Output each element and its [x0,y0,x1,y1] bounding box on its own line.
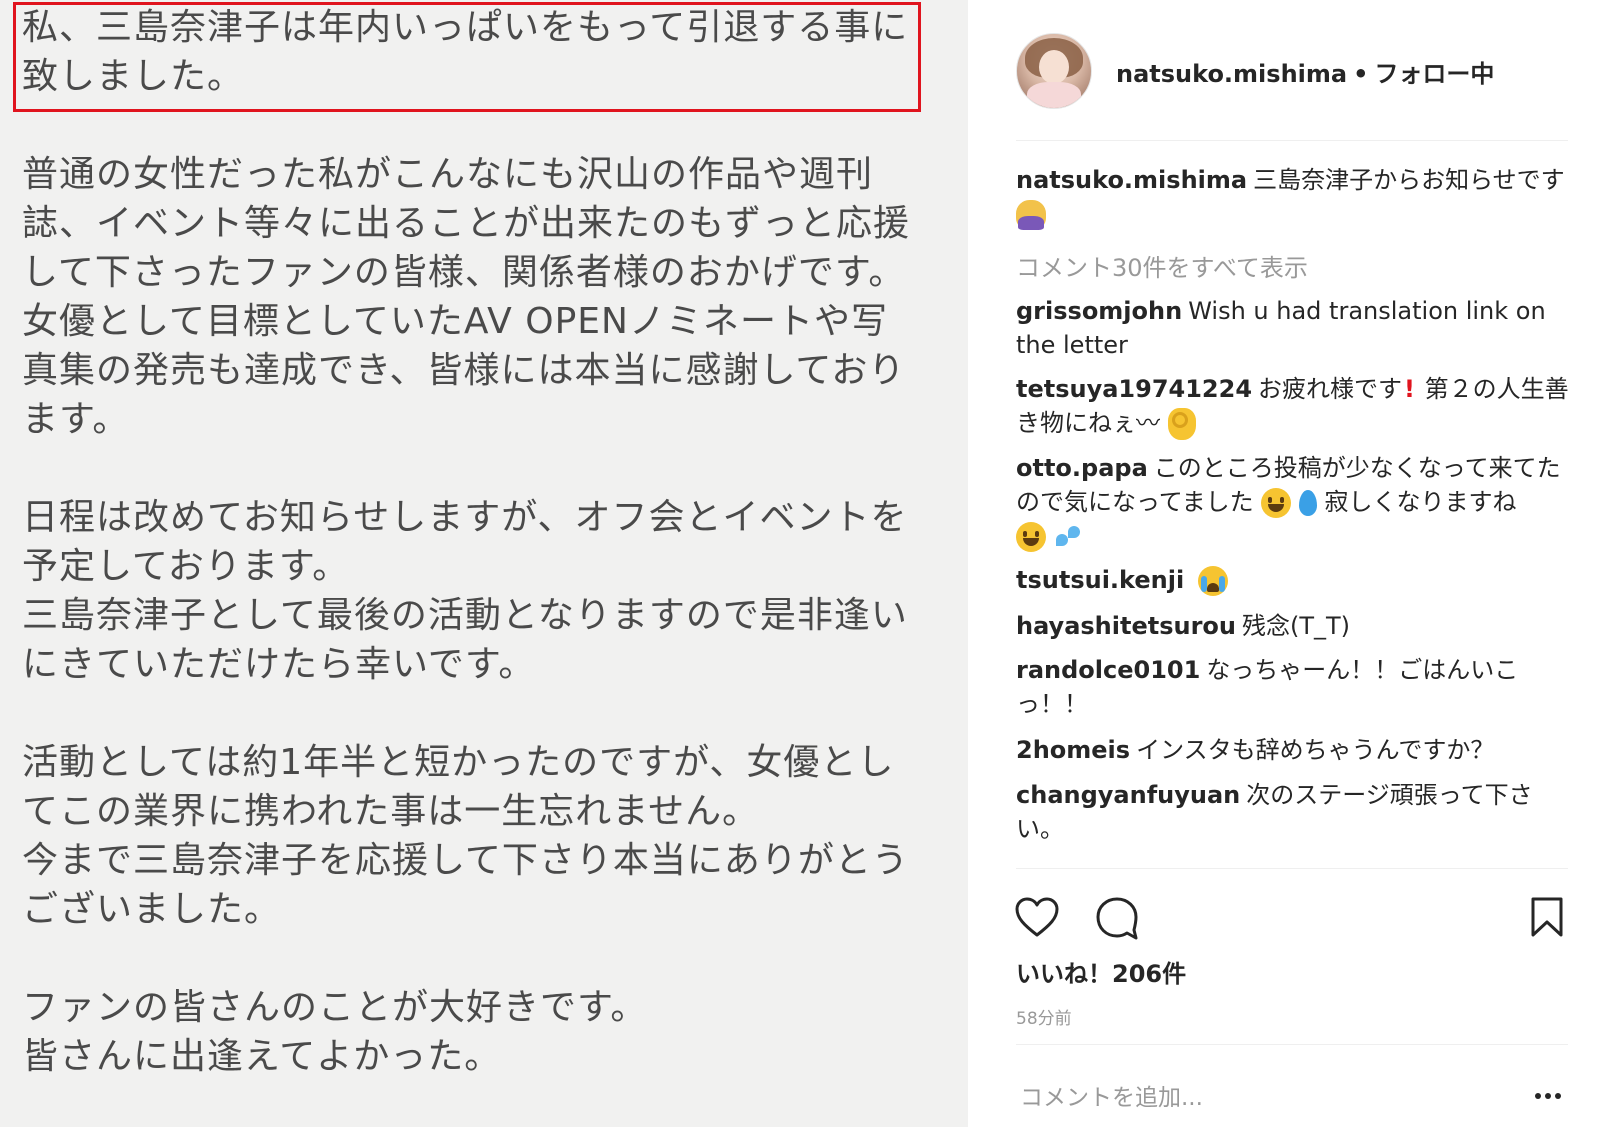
comment-item: randolce0101 なっちゃーん！！ごはんいこっ！！ [1016,653,1536,721]
caption-text: 三島奈津子からお知らせです [1253,166,1565,194]
comment-username[interactable]: grissomjohn [1016,297,1182,325]
comment-text: 寂しくなりますね [1316,488,1517,516]
ok-hand-emoji-icon [1167,408,1196,440]
smile-emoji-icon [1261,488,1292,518]
letter-line: 私、三島奈津子は年内いっぱいをもって引退する事に [22,7,909,48]
post-timestamp: 58分前 [1016,1009,1072,1029]
comment-item: changyanfuyuan 次のステージ頑張って下さい。 [1016,778,1556,846]
letter-image: 私、三島奈津子は年内いっぱいをもって引退する事に 致しました。 普通の女性だった… [0,0,968,1127]
letter-line: にきていただけたら幸いです。 [22,644,536,685]
comment-username[interactable]: hayashitetsurou [1016,612,1236,640]
letter-line: 皆さんに出逢えてよかった。 [22,1036,502,1077]
smile-emoji-icon [1016,522,1046,552]
input-divider [1016,1044,1568,1045]
comment-item: otto.papa このところ投稿が少なくなって来てたので気になってました 寂しく… [1016,451,1576,553]
comment-item: hayashitetsurou 残念(T_T) [1016,609,1576,643]
letter-line: 三島奈津子として最後の活動となりますので是非逢い [22,595,908,636]
comment-bubble-icon[interactable] [1094,896,1140,940]
comment-text: 残念(T_T) [1241,612,1351,640]
header-separator: • [1353,60,1369,88]
caption-username[interactable]: natsuko.mishima [1016,166,1247,194]
post-header: natsuko.mishima • フォロー中 [1116,54,1494,89]
view-all-comments-link[interactable]: コメント30件をすべて表示 [1016,248,1308,283]
letter-line: ファンの皆さんのことが大好きです。 [22,987,648,1028]
add-comment-input[interactable] [1020,1080,1500,1116]
letter-line: して下さったファンの皆様、関係者様のおかげです。 [22,252,906,293]
letter-line: 日程は改めてお知らせしますが、オフ会とイベントを [22,497,908,538]
avatar[interactable] [1016,33,1092,109]
letter-line: 真集の発売も達成でき、皆様には本当に感謝しており [22,350,906,391]
avatar-face [1039,50,1069,84]
letter-line: 誌、イベント等々に出ることが出来たのもずっと応援 [22,203,911,244]
comment-item: tetsuya19741224 お疲れ様です! 第２の人生善き物にねぇ〰 [1016,372,1576,440]
letter-line: ます。 [22,399,130,440]
actions-divider [1016,868,1568,869]
comment-username[interactable]: randolce0101 [1016,656,1200,684]
crying-face-emoji-icon [1197,566,1228,596]
comment-text: お疲れ様です [1258,375,1403,403]
comment-item: grissomjohn Wish u had translation link o… [1016,294,1576,362]
letter-line: 致しました。 [22,56,245,97]
header-divider [1016,140,1568,141]
comment-username[interactable]: changyanfuyuan [1016,781,1240,809]
letter-line: 今まで三島奈津子を応援して下さり本当にありがとう [22,840,909,881]
comment-username[interactable]: tetsuya19741224 [1016,375,1252,403]
more-options-icon[interactable] [1533,1086,1563,1106]
heart-icon[interactable] [1014,896,1060,938]
comment-item: 2homeis インスタも辞めちゃうんですか？ [1016,733,1576,767]
letter-line: 普通の女性だった私がこんなにも沢山の作品や週刊 [22,154,874,195]
bowing-emoji-icon [1016,200,1046,230]
avatar-body [1027,82,1081,108]
exclamation-emoji-icon: ! [1404,375,1415,403]
letter-line: 予定しております。 [22,546,350,587]
bookmark-icon[interactable] [1530,896,1564,938]
sweat-droplets-emoji-icon [1054,524,1084,550]
comment-username[interactable]: tsutsui.kenji [1016,566,1184,594]
letter-line: 女優として目標としていたAV OPENノミネートや写 [22,301,888,342]
letter-line: てこの業界に携われた事は一生忘れません。 [22,791,760,832]
letter-line: 活動としては約1年半と短かったのですが、女優とし [22,742,895,783]
follow-status-button[interactable]: フォロー中 [1374,60,1494,88]
comment-username[interactable]: otto.papa [1016,454,1148,482]
like-count[interactable]: いいね！206件 [1016,954,1186,989]
comment-text: インスタも辞めちゃうんですか？ [1136,736,1495,764]
comment-item: tsutsui.kenji [1016,563,1576,597]
comment-username[interactable]: 2homeis [1016,736,1130,764]
letter-line: ございました。 [22,889,282,930]
droplet-emoji-icon [1298,490,1317,516]
header-username[interactable]: natsuko.mishima [1116,60,1347,88]
caption: natsuko.mishima 三島奈津子からお知らせです [1016,163,1576,231]
